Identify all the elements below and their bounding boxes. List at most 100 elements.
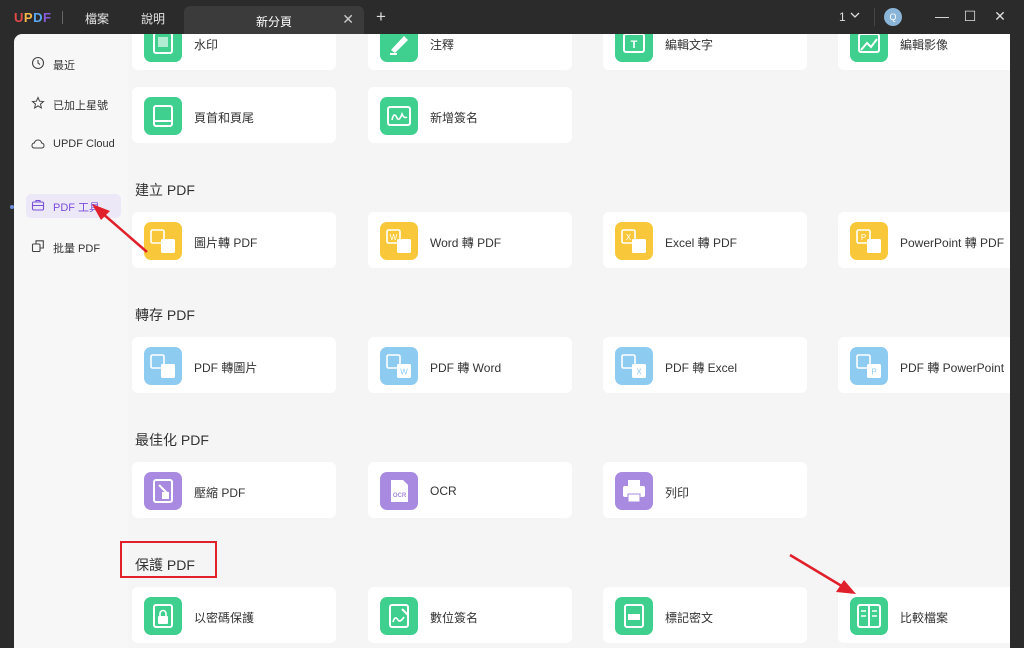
tool-card-image-to-pdf[interactable]: 圖片轉 PDF (132, 212, 336, 268)
sidebar-item-batch[interactable]: 批量 PDF (26, 235, 121, 259)
tool-card-print[interactable]: 列印 (603, 462, 807, 518)
svg-text:W: W (400, 368, 408, 377)
tool-label: OCR (430, 484, 457, 498)
ocr-badge-text: OCR (393, 493, 407, 499)
tab-label: 新分頁 (255, 15, 292, 29)
close-tab-icon[interactable]: ✕ (342, 11, 354, 28)
tool-label: 注釋 (430, 38, 455, 52)
svg-text:P: P (861, 233, 866, 242)
sidebar-item-label: PDF 工具 (53, 202, 101, 214)
logo-letter: F (42, 10, 52, 25)
tool-card-ocr[interactable]: OCR OCR (368, 462, 572, 518)
digital-signature-icon (380, 597, 418, 635)
window-edge (1010, 34, 1024, 648)
updf-logo[interactable]: UPDF (14, 10, 51, 25)
tool-card-pdf-to-ppt[interactable]: P PDF 轉 PowerPoint (838, 337, 1010, 393)
signature-icon (380, 97, 418, 135)
batch-icon (31, 240, 44, 253)
annotate-icon (380, 34, 418, 62)
tool-label: 數位簽名 (430, 611, 479, 625)
word-to-pdf-icon: W (380, 222, 418, 260)
lock-icon (144, 597, 182, 635)
tool-card-pdf-to-word[interactable]: W PDF 轉 Word (368, 337, 572, 393)
tool-card-ppt-to-pdf[interactable]: P PowerPoint 轉 PDF (838, 212, 1010, 268)
pdf-to-ppt-icon: P (850, 347, 888, 385)
tool-card-word-to-pdf[interactable]: W Word 轉 PDF (368, 212, 572, 268)
compress-icon (144, 472, 182, 510)
tool-label: 列印 (665, 486, 690, 500)
chevron-down-icon[interactable] (850, 10, 860, 20)
tool-label: 新增簽名 (430, 111, 479, 125)
tab-new[interactable]: 新分頁 ✕ (184, 6, 364, 34)
tool-label: Word 轉 PDF (430, 236, 502, 250)
section-title-create: 建立 PDF (135, 182, 195, 198)
svg-text:X: X (626, 233, 632, 242)
title-bar: UPDF 檔案 說明 新分頁 ✕ + 1 Q — ☐ ✕ (0, 0, 1024, 34)
menu-help[interactable]: 說明 (141, 10, 165, 27)
tool-card-edit-text[interactable]: T 編輯文字 (603, 34, 807, 70)
tool-card-header-footer[interactable]: 頁首和頁尾 (132, 87, 336, 143)
clock-icon (31, 56, 45, 70)
toolbox-icon (31, 199, 45, 211)
excel-to-pdf-icon: X (615, 222, 653, 260)
tool-card-compress[interactable]: 壓縮 PDF (132, 462, 336, 518)
logo-text: UPDF (14, 10, 51, 25)
window-separator (874, 8, 875, 26)
menu-file[interactable]: 檔案 (85, 10, 109, 27)
page-count[interactable]: 1 (839, 10, 846, 24)
edit-text-icon: T (615, 34, 653, 62)
tool-label: PDF 轉 Word (430, 361, 502, 375)
tool-label: 以密碼保護 (194, 611, 255, 625)
sidebar-item-cloud[interactable]: UPDF Cloud (26, 133, 121, 157)
tools-panel: 水印 注釋 T 編輯文字 編輯影像 頁首和頁尾 新增簽名 建立 PDF 圖片轉 … (128, 34, 1010, 648)
tool-label: 編輯影像 (900, 38, 949, 52)
tool-label: PDF 轉圖片 (194, 361, 258, 375)
avatar[interactable]: Q (884, 8, 902, 26)
section-title-export: 轉存 PDF (135, 307, 195, 323)
svg-text:X: X (636, 368, 642, 377)
watermark-icon (144, 34, 182, 62)
sidebar: 最近 已加上星號 UPDF Cloud PDF 工具 批量 PDF (14, 34, 128, 648)
tool-card-watermark[interactable]: 水印 (132, 34, 336, 70)
tool-card-excel-to-pdf[interactable]: X Excel 轉 PDF (603, 212, 807, 268)
edit-image-icon (850, 34, 888, 62)
maximize-icon[interactable]: ☐ (962, 8, 978, 25)
add-tab-icon[interactable]: + (376, 7, 386, 27)
logo-letter: D (33, 10, 43, 25)
tool-card-compare-files[interactable]: 比較檔案 (838, 587, 1010, 643)
minimize-icon[interactable]: — (934, 8, 950, 24)
annotation-highlight-box (120, 541, 217, 578)
ppt-to-pdf-icon: P (850, 222, 888, 260)
tool-label: Excel 轉 PDF (665, 236, 738, 250)
svg-text:W: W (390, 233, 398, 242)
tool-card-password-protect[interactable]: 以密碼保護 (132, 587, 336, 643)
close-window-icon[interactable]: ✕ (992, 8, 1008, 25)
sidebar-item-starred[interactable]: 已加上星號 (26, 92, 121, 116)
sidebar-item-label: 最近 (53, 60, 75, 72)
tool-label: 頁首和頁尾 (194, 111, 255, 125)
sidebar-item-label: UPDF Cloud (53, 138, 115, 150)
tool-label: 壓縮 PDF (194, 486, 246, 500)
tool-card-pdf-to-image[interactable]: PDF 轉圖片 (132, 337, 336, 393)
tool-label: PDF 轉 PowerPoint (900, 361, 1005, 375)
pdf-to-excel-icon: X (615, 347, 653, 385)
menu-separator (62, 11, 63, 24)
tool-card-pdf-to-excel[interactable]: X PDF 轉 Excel (603, 337, 807, 393)
tool-label: 編輯文字 (665, 38, 714, 52)
tool-label: 水印 (194, 38, 219, 52)
sidebar-item-pdf-tools[interactable]: PDF 工具 (26, 194, 121, 218)
tool-card-redact[interactable]: 標記密文 (603, 587, 807, 643)
section-title-optimize: 最佳化 PDF (135, 432, 209, 448)
tool-card-annotate[interactable]: 注釋 (368, 34, 572, 70)
tool-card-digital-signature[interactable]: 數位簽名 (368, 587, 572, 643)
sidebar-item-label: 已加上星號 (53, 100, 108, 112)
tool-card-edit-image[interactable]: 編輯影像 (838, 34, 1010, 70)
tool-label: PowerPoint 轉 PDF (900, 236, 1005, 250)
sidebar-item-label: 批量 PDF (53, 243, 101, 255)
sidebar-item-recent[interactable]: 最近 (26, 52, 121, 76)
pdf-to-word-icon: W (380, 347, 418, 385)
logo-letter: P (23, 10, 34, 25)
tool-label: 圖片轉 PDF (194, 236, 258, 250)
tool-card-add-signature[interactable]: 新增簽名 (368, 87, 572, 143)
svg-text:T: T (631, 39, 638, 51)
